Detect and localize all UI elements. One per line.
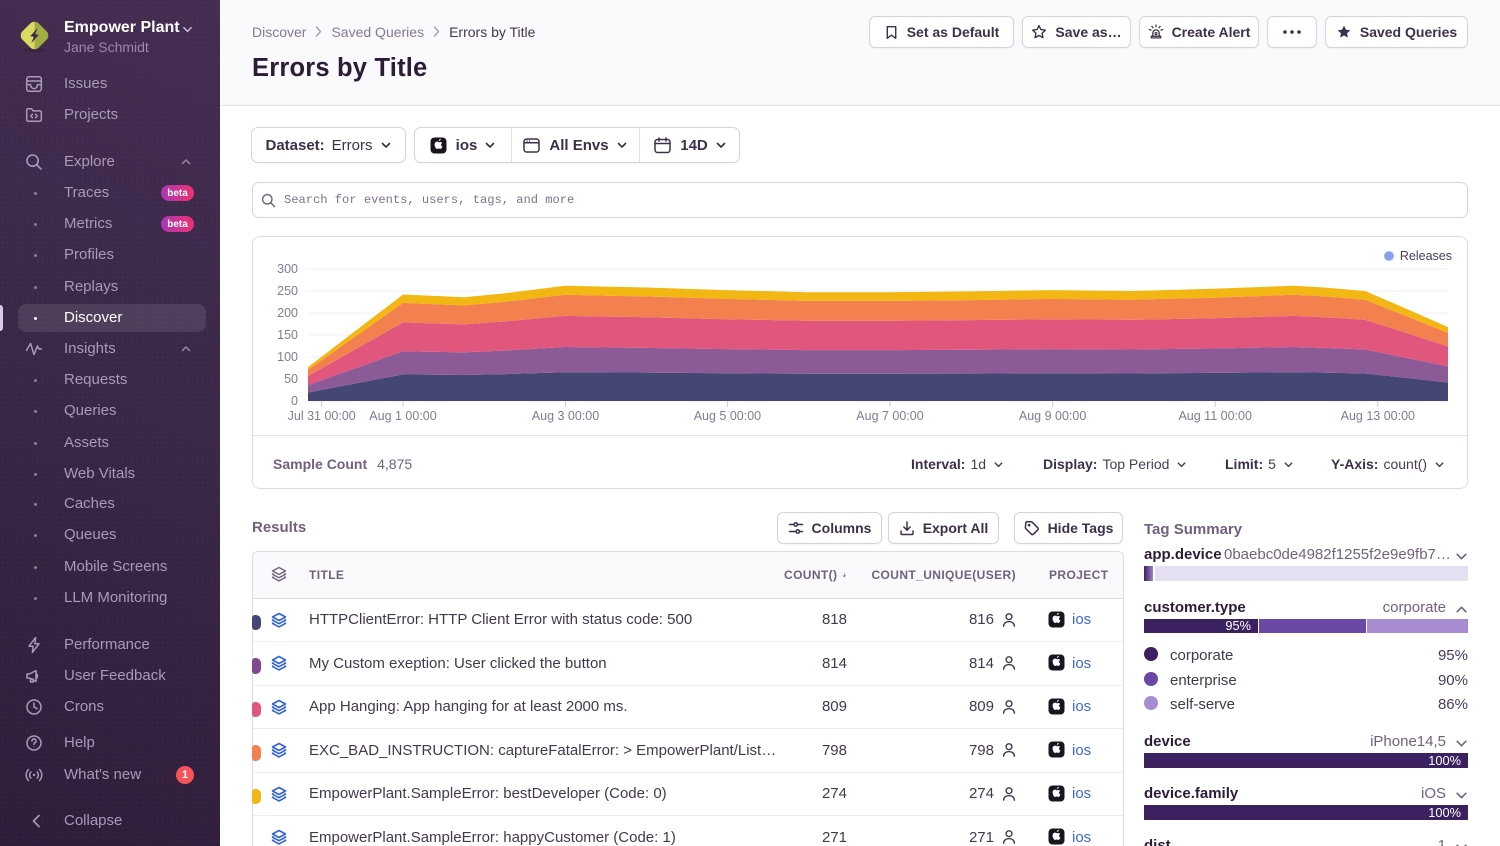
svg-text:200: 200 [277,306,298,320]
svg-text:Aug 11 00:00: Aug 11 00:00 [1178,409,1251,423]
svg-text:Aug 5 00:00: Aug 5 00:00 [694,409,761,423]
svg-text:150: 150 [277,328,298,342]
svg-text:300: 300 [277,262,298,276]
svg-text:Aug 9 00:00: Aug 9 00:00 [1019,409,1086,423]
svg-text:250: 250 [277,284,298,298]
svg-text:Aug 7 00:00: Aug 7 00:00 [856,409,923,423]
svg-text:Aug 1 00:00: Aug 1 00:00 [369,409,436,423]
svg-text:100: 100 [277,350,298,364]
svg-text:0: 0 [291,394,298,408]
svg-text:Aug 13 00:00: Aug 13 00:00 [1341,409,1415,423]
svg-text:Aug 3 00:00: Aug 3 00:00 [532,409,599,423]
svg-text:Jul 31 00:00: Jul 31 00:00 [288,409,356,423]
svg-text:50: 50 [284,372,298,386]
